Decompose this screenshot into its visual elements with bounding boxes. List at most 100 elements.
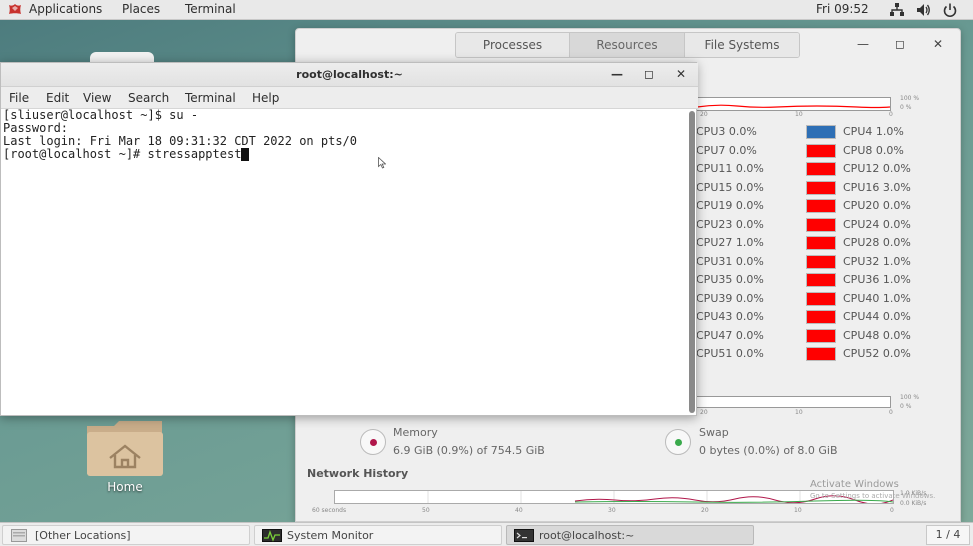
network-icon[interactable] (889, 2, 905, 18)
cpu-label: CPU7 0.0% (696, 143, 757, 157)
tab-resources[interactable]: Resources (570, 33, 685, 57)
cpu-color-swatch[interactable] (806, 180, 836, 195)
cpu-color-swatch[interactable] (806, 310, 836, 324)
terminal-close-button[interactable]: ✕ (674, 67, 688, 81)
cpu-color-swatch[interactable] (806, 328, 836, 343)
cpu-label: CPU11 0.0% (696, 162, 764, 175)
cpu-color-swatch[interactable] (806, 162, 836, 176)
cpu-axis-tick: 20 (700, 111, 708, 118)
mem-axis-tick: 0 (889, 409, 893, 416)
menu-terminal[interactable]: Terminal (185, 91, 236, 105)
terminal-app-menu[interactable]: Terminal (185, 2, 236, 16)
taskbar: [Other Locations] System Monitor root@lo… (0, 522, 973, 546)
cpu-label: CPU48 0.0% (843, 328, 911, 342)
terminal-output[interactable]: [sliuser@localhost ~]$ su - Password: Last… (3, 109, 687, 415)
net-axis-tick: 10 (794, 507, 802, 514)
mem-axis-tick: 20 (700, 409, 708, 416)
cpu-row: CPU31 0.0% CPU32 1.0% (696, 254, 936, 270)
cpu-history-graph (696, 97, 891, 111)
cpu-color-swatch[interactable] (806, 347, 836, 361)
home-label[interactable]: Home (84, 480, 166, 494)
cpu-label: CPU16 3.0% (843, 180, 911, 194)
cpu-label: CPU40 1.0% (843, 291, 911, 305)
menu-file[interactable]: File (9, 91, 29, 105)
terminal-prompt-line: [root@localhost ~]# stressapptest (3, 148, 687, 161)
mem-axis-min: 0 % (900, 403, 912, 410)
cpu-label: CPU47 0.0% (696, 328, 764, 342)
taskbar-item-terminal[interactable]: root@localhost:~ (506, 525, 754, 545)
cpu-row: CPU35 0.0% CPU36 1.0% (696, 272, 936, 288)
cpu-label: CPU19 0.0% (696, 199, 764, 212)
terminal-line: [sliuser@localhost ~]$ su - (3, 108, 199, 122)
home-folder-icon[interactable] (84, 418, 166, 478)
cpu-axis-tick: 10 (795, 111, 803, 118)
minimize-button[interactable]: — (856, 37, 870, 51)
tab-processes[interactable]: Processes (456, 33, 570, 57)
cpu-axis-tick: 0 (889, 111, 893, 118)
taskbar-item-system-monitor[interactable]: System Monitor (254, 525, 502, 545)
swap-value: 0 bytes (0.0%) of 8.0 GiB (699, 444, 838, 457)
menu-help[interactable]: Help (252, 91, 279, 105)
cpu-color-swatch[interactable] (806, 236, 836, 250)
net-axis-tick: 50 (422, 507, 430, 514)
cpu-axis-max: 100 % (900, 95, 920, 102)
cpu-label: CPU15 0.0% (696, 180, 764, 194)
tab-file-systems[interactable]: File Systems (685, 33, 799, 57)
cpu-row: CPU19 0.0% CPU20 0.0% (696, 198, 936, 214)
cpu-row: CPU23 0.0% CPU24 0.0% (696, 217, 936, 233)
cpu-label: CPU52 0.0% (843, 347, 911, 360)
cpu-label: CPU3 0.0% (696, 125, 757, 138)
applications-icon[interactable] (8, 3, 22, 16)
cpu-label: CPU31 0.0% (696, 254, 764, 268)
cpu-row: CPU27 1.0% CPU28 0.0% (696, 235, 936, 251)
applications-menu[interactable]: Applications (29, 2, 102, 16)
terminal-icon (514, 529, 534, 542)
workspace-switcher[interactable]: 1 / 4 (926, 525, 970, 545)
terminal-scrollbar[interactable] (689, 111, 695, 413)
places-menu[interactable]: Places (122, 2, 160, 16)
top-bar: Applications Places Terminal Fri 09:52 (0, 0, 973, 20)
menu-view[interactable]: View (83, 91, 111, 105)
cpu-color-swatch[interactable] (806, 217, 836, 232)
swap-color-icon[interactable] (665, 429, 691, 455)
cpu-row: CPU3 0.0% CPU4 1.0% (696, 124, 936, 140)
taskbar-label: System Monitor (287, 529, 374, 542)
swap-title: Swap (699, 426, 729, 439)
cpu-label: CPU24 0.0% (843, 217, 911, 231)
file-manager-icon (11, 529, 27, 542)
taskbar-item-other-locations[interactable]: [Other Locations] (2, 525, 250, 545)
cpu-label: CPU20 0.0% (843, 199, 911, 212)
cpu-color-swatch[interactable] (806, 199, 836, 213)
clock[interactable]: Fri 09:52 (816, 2, 869, 16)
maximize-button[interactable]: ◻ (893, 37, 907, 51)
system-monitor-tabs: Processes Resources File Systems (455, 32, 800, 58)
cpu-color-swatch[interactable] (806, 125, 836, 139)
menu-search[interactable]: Search (128, 91, 169, 105)
cpu-row: CPU39 0.0% CPU40 1.0% (696, 291, 936, 307)
cpu-label: CPU12 0.0% (843, 162, 911, 175)
cpu-label: CPU23 0.0% (696, 217, 764, 231)
cpu-label: CPU39 0.0% (696, 291, 764, 305)
cpu-color-swatch[interactable] (806, 291, 836, 306)
volume-icon[interactable] (915, 2, 931, 18)
taskbar-label: [Other Locations] (35, 529, 131, 542)
cpu-label: CPU28 0.0% (843, 236, 911, 249)
cpu-color-swatch[interactable] (806, 254, 836, 269)
cpu-label: CPU4 1.0% (843, 125, 904, 138)
cpu-color-swatch[interactable] (806, 143, 836, 158)
cpu-axis-min: 0 % (900, 104, 912, 111)
net-axis-tick: 30 (608, 507, 616, 514)
close-button[interactable]: ✕ (931, 37, 945, 51)
terminal-maximize-button[interactable]: ◻ (642, 67, 656, 81)
power-icon[interactable] (942, 2, 958, 18)
taskbar-label: root@localhost:~ (539, 529, 635, 542)
terminal-minimize-button[interactable]: — (610, 67, 624, 81)
cpu-row: CPU47 0.0% CPU48 0.0% (696, 328, 936, 344)
cpu-label: CPU36 1.0% (843, 273, 911, 286)
cpu-color-swatch[interactable] (806, 273, 836, 287)
cpu-label: CPU35 0.0% (696, 273, 764, 286)
memory-history-graph (696, 396, 891, 408)
terminal-window[interactable]: root@localhost:~ — ◻ ✕ File Edit View Se… (0, 62, 698, 416)
menu-edit[interactable]: Edit (46, 91, 69, 105)
memory-color-icon[interactable] (360, 429, 386, 455)
